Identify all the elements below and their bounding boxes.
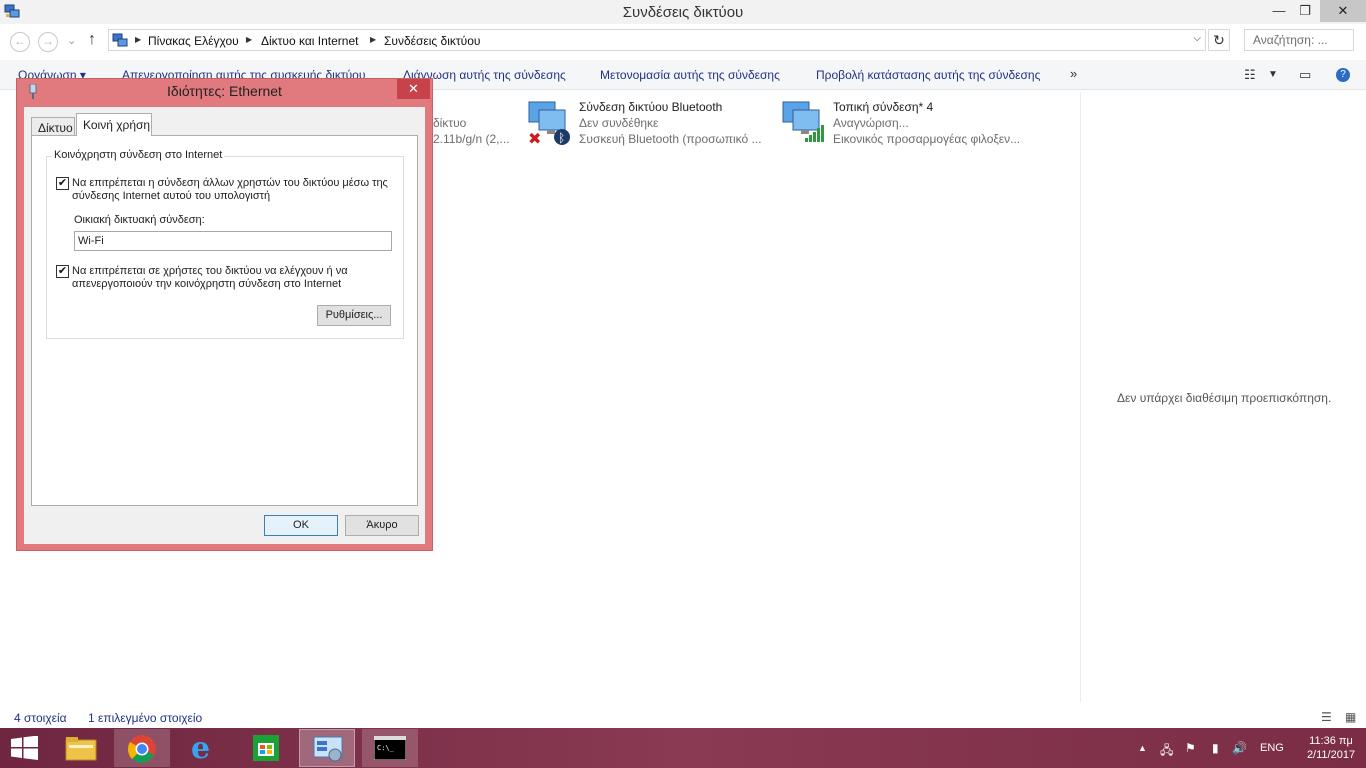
- internet-explorer-taskbar-button[interactable]: e: [177, 729, 233, 767]
- recent-locations-dropdown[interactable]: ⌄: [67, 34, 76, 47]
- command-prompt-icon: C:\_: [374, 736, 406, 760]
- ics-group-label: Κοινόχρηστη σύνδεση στο Internet: [52, 149, 225, 161]
- allow-sharing-label: Να επιτρέπεται η σύνδεση άλλων χρηστών τ…: [72, 177, 388, 202]
- clock[interactable]: 11:36 πμ 2/11/2017: [1298, 734, 1364, 762]
- bluetooth-connection-status: Δεν συνδέθηκε: [579, 116, 659, 130]
- view-status-command[interactable]: Προβολή κατάστασης αυτής της σύνδεσης: [816, 68, 1040, 82]
- maximize-button[interactable]: ❐: [1290, 0, 1320, 22]
- forward-button[interactable]: →: [38, 32, 58, 52]
- wifi-connection-status: δίκτυο: [433, 116, 467, 130]
- allow-sharing-checkbox[interactable]: ✔: [56, 177, 69, 190]
- preview-pane-icon[interactable]: ▭: [1299, 67, 1311, 83]
- item-count: 4 στοιχεία: [14, 711, 67, 725]
- selected-count: 1 επιλεγμένο στοιχείο: [88, 711, 203, 725]
- address-bar[interactable]: ▶ Πίνακας Ελέγχου ▶ Δίκτυο και Internet …: [108, 29, 1206, 51]
- volume-icon[interactable]: 🔊: [1232, 741, 1247, 755]
- preview-empty-text: Δεν υπάρχει διαθέσιμη προεπισκόπηση.: [1117, 391, 1332, 405]
- breadcrumb-separator-icon[interactable]: ▶: [370, 35, 376, 44]
- breadcrumb-separator-icon[interactable]: ▶: [135, 35, 141, 44]
- bluetooth-connection-name: Σύνδεση δικτύου Bluetooth: [579, 100, 723, 114]
- status-bar: 4 στοιχεία 1 επιλεγμένο στοιχείο ☰ ▦: [0, 706, 1366, 728]
- network-adapter-icon: [782, 101, 824, 142]
- battery-icon[interactable]: ▮: [1212, 741, 1219, 755]
- large-icons-view-icon[interactable]: ▦: [1345, 710, 1356, 724]
- dialog-title: Ιδιότητες: Ethernet: [167, 83, 282, 99]
- home-connection-label: Οικιακή δικτυακή σύνδεση:: [74, 214, 205, 226]
- svg-text:✖: ✖: [528, 129, 541, 148]
- store-taskbar-button[interactable]: [238, 729, 294, 767]
- local-connection-4-device: Εικονικός προσαρμογέας φιλοξεν...: [833, 132, 1021, 146]
- chrome-icon: [128, 735, 156, 763]
- cancel-button[interactable]: Άκυρο: [345, 515, 419, 536]
- wifi-connection-device: 2.11b/g/n (2,...: [433, 132, 510, 146]
- ethernet-properties-dialog: Ιδιότητες: Ethernet ✕ Δίκτυο Κοινή χρήση…: [16, 78, 433, 551]
- store-icon: [253, 735, 279, 761]
- change-view-icon[interactable]: ☷: [1244, 67, 1256, 83]
- control-panel-icon: [313, 736, 343, 762]
- settings-button[interactable]: Ρυθμίσεις...: [317, 305, 391, 326]
- breadcrumb-network-internet[interactable]: Δίκτυο και Internet: [261, 34, 358, 48]
- back-button[interactable]: ←: [10, 32, 30, 52]
- window-title: Συνδέσεις δικτύου: [622, 4, 744, 21]
- address-dropdown-icon[interactable]: ⌵: [1193, 33, 1201, 44]
- svg-text:C:\_: C:\_: [377, 744, 395, 752]
- control-panel-icon: [112, 33, 128, 47]
- chrome-taskbar-button[interactable]: [114, 729, 170, 767]
- dialog-close-button[interactable]: ✕: [397, 79, 430, 99]
- bluetooth-connection-item[interactable]: ✖ ᛒ Σύνδεση δικτύου Bluetooth Δεν συνδέθ…: [525, 100, 775, 150]
- internet-explorer-icon: e: [191, 731, 211, 766]
- network-adapter-icon: ✖ ᛒ: [528, 101, 570, 148]
- start-windows-icon[interactable]: [11, 736, 39, 760]
- file-explorer-taskbar-button[interactable]: [53, 729, 109, 767]
- view-dropdown-icon[interactable]: ▼: [1268, 69, 1278, 80]
- breadcrumb-control-panel[interactable]: Πίνακας Ελέγχου: [148, 34, 239, 48]
- ics-groupbox: Κοινόχρηστη σύνδεση στο Internet ✔ Να επ…: [46, 149, 404, 339]
- title-bar: Συνδέσεις δικτύου — ❐ ✕: [0, 0, 1366, 24]
- command-prompt-taskbar-button[interactable]: C:\_: [362, 729, 418, 767]
- up-button[interactable]: ↑: [88, 31, 96, 49]
- allow-control-checkbox[interactable]: ✔: [56, 265, 69, 278]
- search-input[interactable]: Αναζήτηση: ...: [1244, 29, 1354, 51]
- bluetooth-connection-device: Συσκευή Bluetooth (προσωπικό ...: [579, 132, 762, 146]
- more-commands-button[interactable]: »: [1070, 66, 1077, 81]
- rename-command[interactable]: Μετονομασία αυτής της σύνδεσης: [600, 68, 780, 82]
- tab-sharing[interactable]: Κοινή χρήση: [76, 113, 152, 136]
- network-tray-icon[interactable]: 🖧: [1160, 741, 1173, 762]
- help-icon[interactable]: ?: [1336, 68, 1350, 82]
- show-hidden-icons-icon[interactable]: ▲: [1138, 743, 1147, 753]
- dialog-body: Δίκτυο Κοινή χρήση Κοινόχρηστη σύνδεση σ…: [24, 107, 425, 544]
- local-connection-4-status: Αναγνώριση...: [833, 116, 909, 130]
- clock-time: 11:36 πμ: [1309, 735, 1353, 747]
- local-connection-4-name: Τοπική σύνδεση* 4: [833, 100, 934, 114]
- action-center-flag-icon[interactable]: ⚑: [1185, 741, 1196, 755]
- input-language-indicator[interactable]: ENG: [1260, 742, 1284, 754]
- allow-control-label: Να επιτρέπεται σε χρήστες του δικτύου να…: [72, 265, 348, 290]
- home-connection-field[interactable]: Wi-Fi: [74, 231, 392, 251]
- local-connection-4-item[interactable]: Τοπική σύνδεση* 4 Αναγνώριση... Εικονικό…: [779, 100, 1029, 150]
- control-panel-taskbar-button[interactable]: [299, 729, 355, 767]
- clock-date: 2/11/2017: [1306, 749, 1356, 761]
- breadcrumb-network-connections[interactable]: Συνδέσεις δικτύου: [384, 34, 480, 48]
- tab-networking[interactable]: Δίκτυο: [31, 117, 75, 136]
- refresh-button[interactable]: ↻: [1208, 29, 1230, 51]
- taskbar: e C:\_ ▲ 🖧 ⚑ ▮ 🔊 ENG 11:36 πμ 2/11/2017: [0, 728, 1366, 768]
- folder-icon: [65, 737, 97, 761]
- details-view-icon[interactable]: ☰: [1321, 710, 1332, 724]
- ok-button[interactable]: OK: [264, 515, 338, 536]
- svg-text:ᛒ: ᛒ: [558, 131, 565, 145]
- breadcrumb-separator-icon[interactable]: ▶: [246, 35, 252, 44]
- sharing-tab-panel: Κοινόχρηστη σύνδεση στο Internet ✔ Να επ…: [31, 135, 418, 506]
- preview-pane-divider[interactable]: [1080, 92, 1081, 702]
- address-row: ← → ⌄ ↑ ▶ Πίνακας Ελέγχου ▶ Δίκτυο και I…: [0, 26, 1366, 56]
- close-button[interactable]: ✕: [1320, 0, 1366, 22]
